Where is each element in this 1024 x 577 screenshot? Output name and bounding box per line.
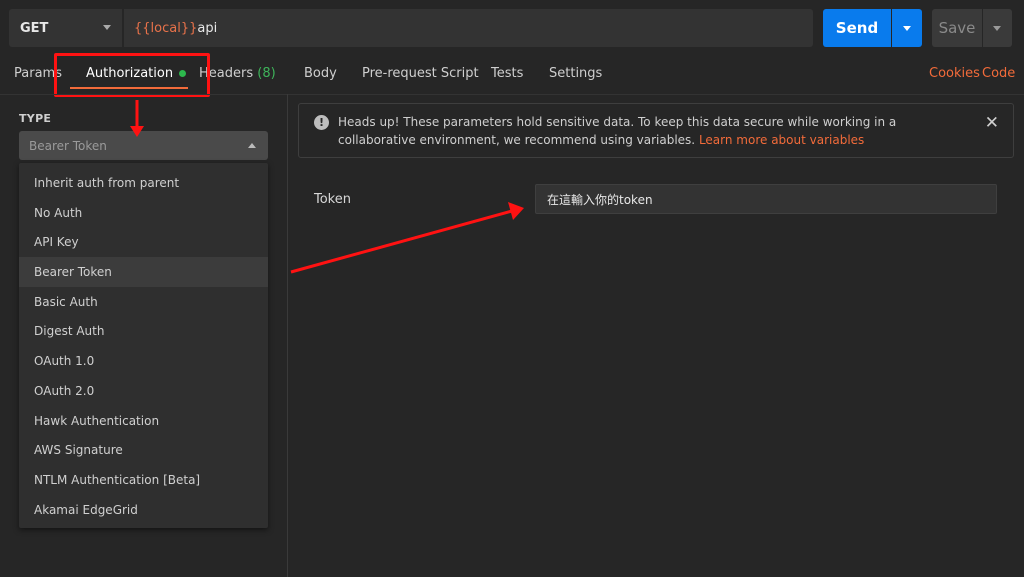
auth-option-ntlm[interactable]: NTLM Authentication [Beta] [19,465,268,495]
auth-option-api-key[interactable]: API Key [19,227,268,257]
send-options-button[interactable] [892,9,922,47]
tab-settings[interactable]: Settings [549,66,602,81]
headers-count-badge: (8) [257,66,276,81]
auth-option-oauth-2[interactable]: OAuth 2.0 [19,376,268,406]
chevron-down-icon [903,26,911,31]
url-path: api [197,20,218,36]
token-input[interactable]: 在這輸入你的token [535,184,997,214]
auth-option-hawk[interactable]: Hawk Authentication [19,406,268,436]
auth-type-select[interactable]: Bearer Token [19,131,268,160]
save-button[interactable]: Save [932,9,982,47]
annotation-arrow-to-token [290,202,524,274]
annotation-highlight-box [54,53,210,97]
auth-option-digest-auth[interactable]: Digest Auth [19,316,268,346]
sensitive-data-alert: ! Heads up! These parameters hold sensit… [298,103,1014,158]
auth-type-dropdown: Inherit auth from parent No Auth API Key… [19,163,268,528]
auth-option-inherit[interactable]: Inherit auth from parent [19,168,268,198]
tab-headers[interactable]: Headers (8) [199,66,276,81]
cookies-link[interactable]: Cookies [929,66,980,81]
code-link[interactable]: Code [982,66,1015,81]
auth-option-bearer-token[interactable]: Bearer Token [19,257,268,287]
auth-option-no-auth[interactable]: No Auth [19,198,268,228]
chevron-up-icon [248,143,256,148]
method-select[interactable]: GET [9,9,122,47]
chevron-down-icon [993,26,1001,31]
url-input[interactable]: {{local}} api [124,9,813,47]
auth-type-label: TYPE [19,112,52,125]
url-variable: {{local}} [134,20,198,36]
auth-option-akamai[interactable]: Akamai EdgeGrid [19,495,268,525]
send-button[interactable]: Send [823,9,891,47]
tabs-divider [0,94,1024,95]
auth-option-oauth-1[interactable]: OAuth 1.0 [19,346,268,376]
alert-message: Heads up! These parameters hold sensitiv… [338,113,948,149]
tab-body[interactable]: Body [304,66,337,81]
close-icon[interactable]: ✕ [985,113,999,133]
pane-divider [287,94,288,577]
chevron-down-icon [103,25,111,30]
tab-tests[interactable]: Tests [491,66,523,81]
tab-pre-request-script[interactable]: Pre-request Script [362,66,479,81]
token-label: Token [314,192,351,207]
auth-option-basic-auth[interactable]: Basic Auth [19,287,268,317]
method-value: GET [20,20,49,36]
auth-type-value: Bearer Token [29,138,107,153]
learn-more-link[interactable]: Learn more about variables [699,133,864,147]
save-options-button[interactable] [983,9,1012,47]
auth-option-aws-signature[interactable]: AWS Signature [19,435,268,465]
exclamation-icon: ! [314,115,329,130]
